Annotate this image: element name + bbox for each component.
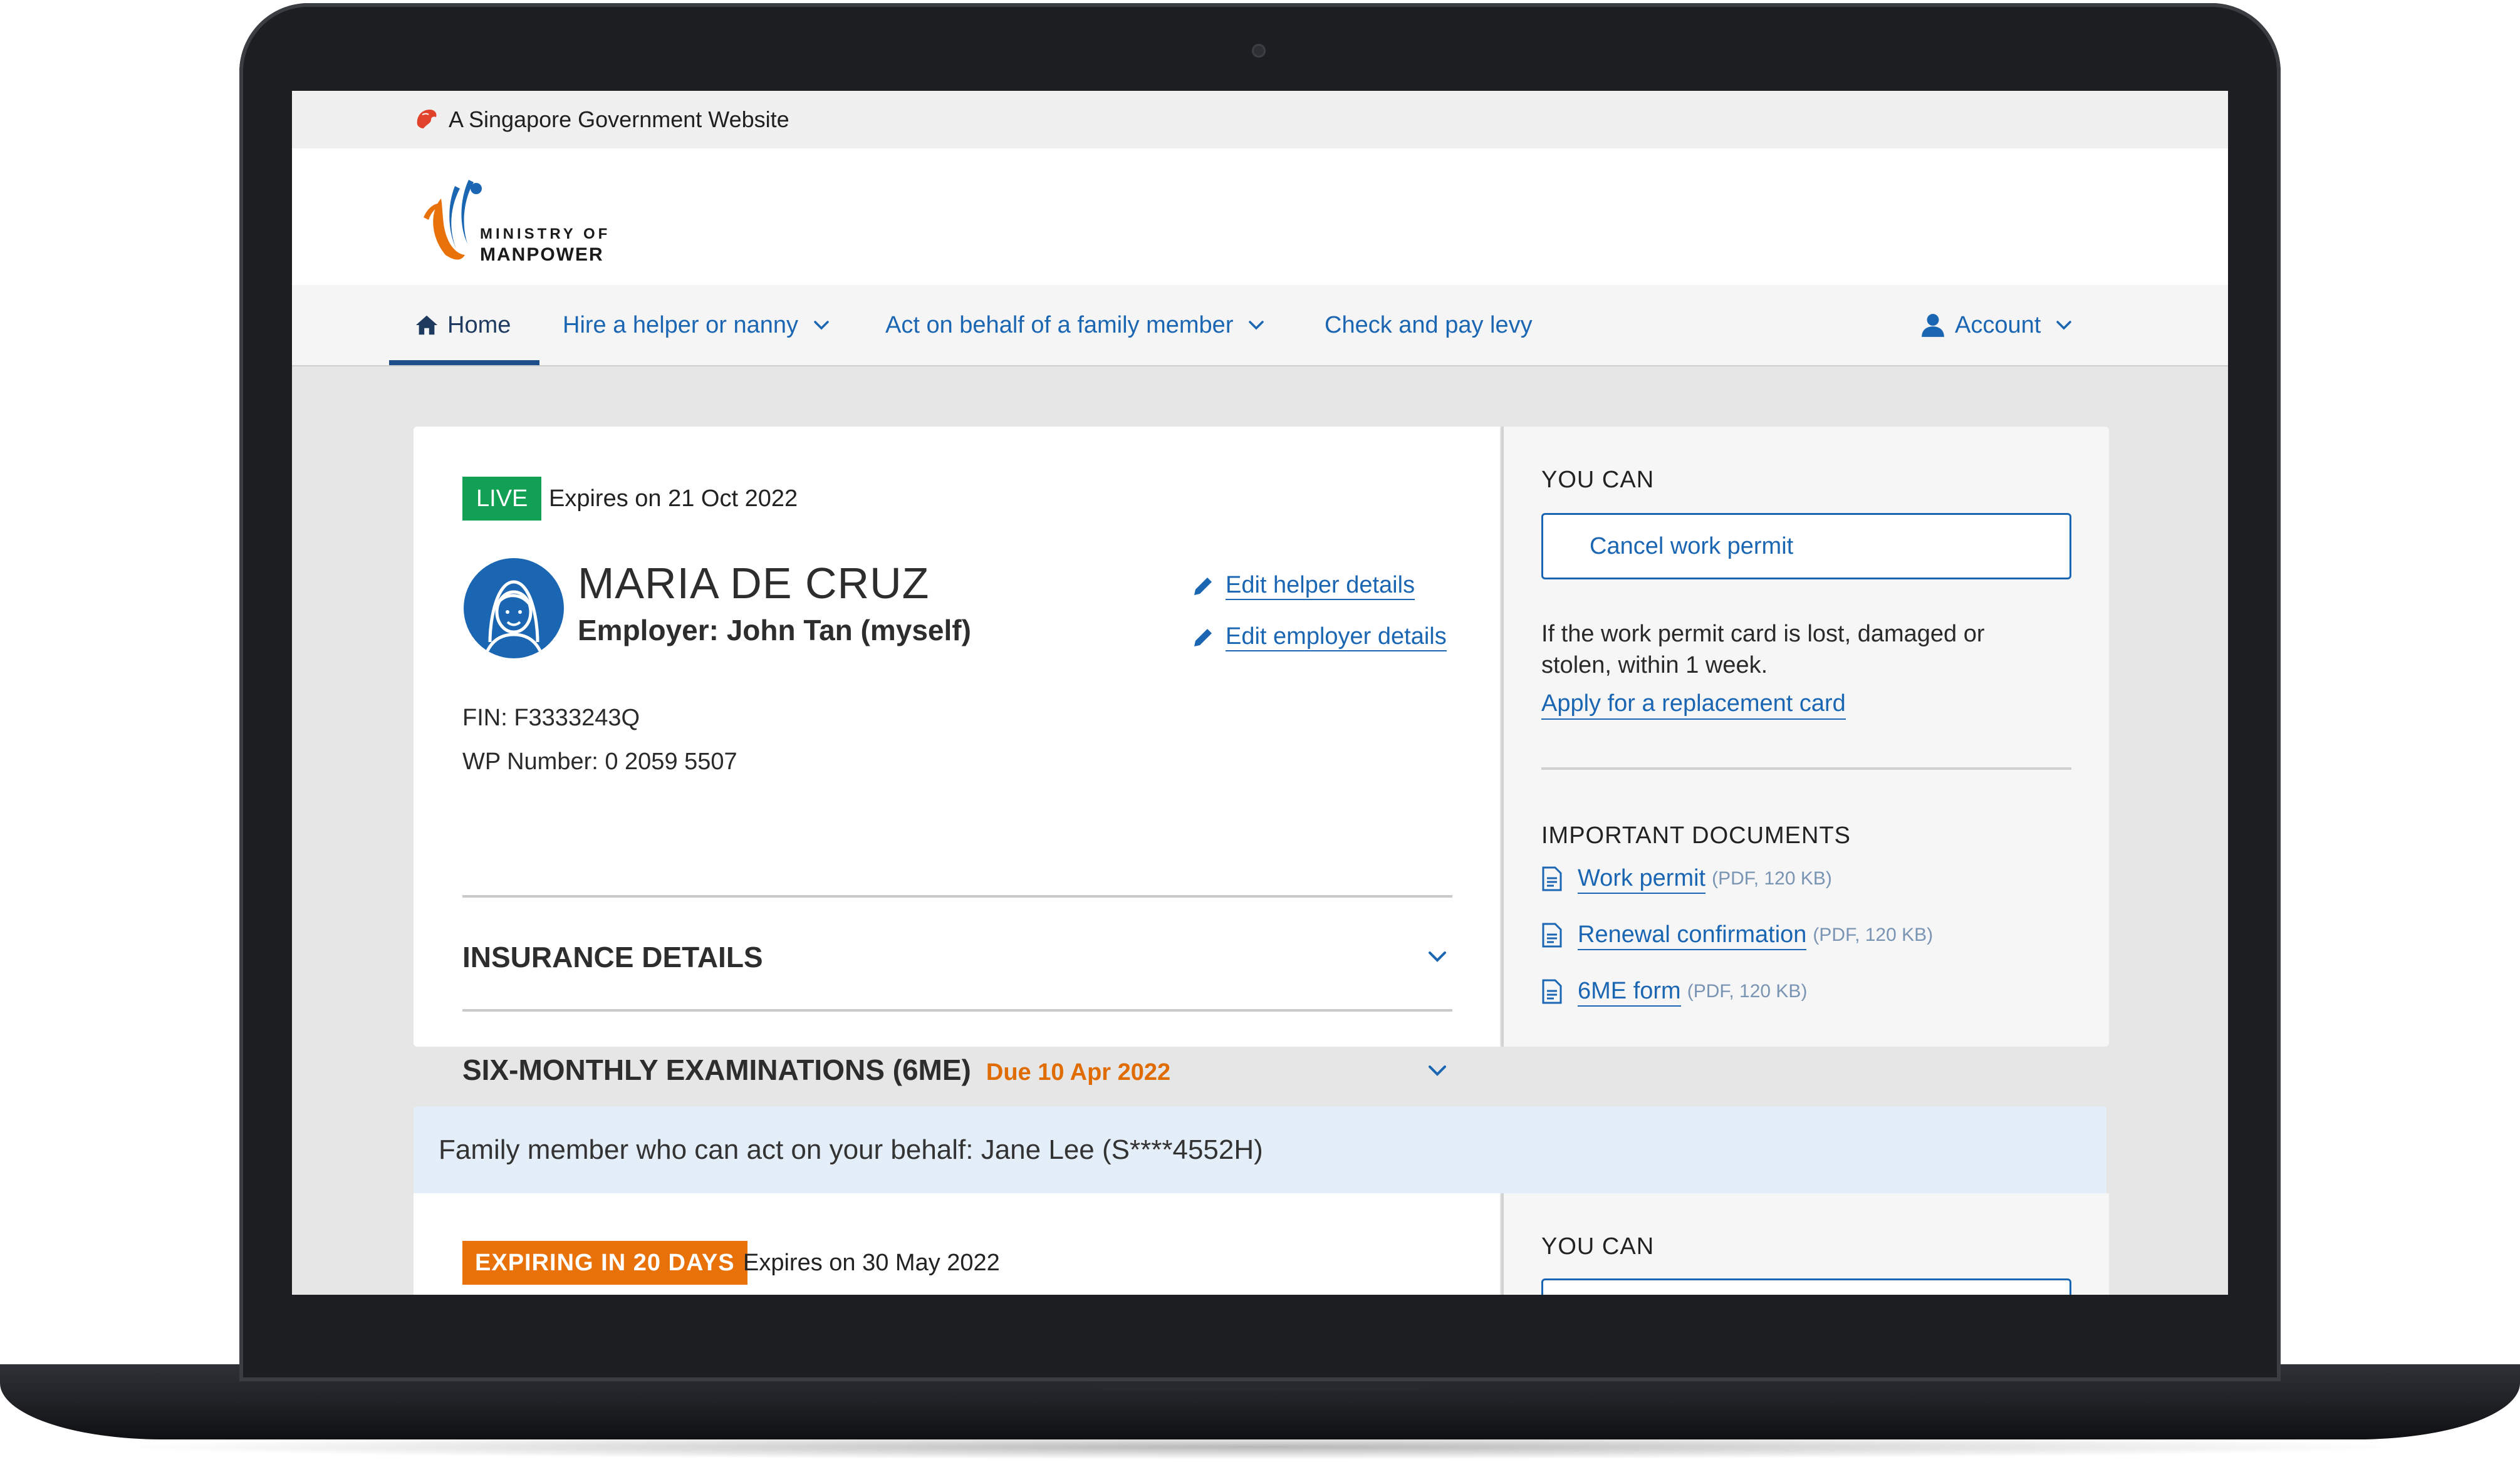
exam-due-date: Due 10 Apr 2022 xyxy=(986,1059,1171,1086)
divider xyxy=(462,895,1452,898)
permit-card: LIVE Expires on 21 Oct 2022 MARIA DE CRU… xyxy=(414,427,1500,1086)
doc-work-permit[interactable]: Work permit (PDF, 120 KB) xyxy=(1541,864,1832,894)
nav-home[interactable]: Home xyxy=(415,285,511,365)
fin-number: FIN: F3333243Q xyxy=(462,705,640,731)
chevron-down-icon[interactable] xyxy=(1425,944,1450,969)
camera-icon xyxy=(1252,44,1266,58)
insurance-title: INSURANCE DETAILS xyxy=(462,941,763,973)
pencil-icon xyxy=(1194,577,1212,595)
edit-helper-label: Edit helper details xyxy=(1226,572,1415,600)
nav-levy-label: Check and pay levy xyxy=(1325,311,1533,338)
nav-act-on-behalf[interactable]: Act on behalf of a family member xyxy=(885,285,1266,365)
lost-card-text: If the work permit card is lost, damaged… xyxy=(1541,621,1985,678)
nav-active-indicator xyxy=(389,360,539,365)
logo-text-manpower: MANPOWER xyxy=(480,244,604,265)
document-icon xyxy=(1542,923,1562,948)
doc-work-permit-meta: (PDF, 120 KB) xyxy=(1712,868,1832,889)
nav-hire-label: Hire a helper or nanny xyxy=(563,311,798,338)
doc-6me-form[interactable]: 6ME form (PDF, 120 KB) xyxy=(1541,977,1807,1007)
chevron-down-icon[interactable] xyxy=(1425,1058,1450,1083)
nav-hire-helper[interactable]: Hire a helper or nanny xyxy=(563,285,831,365)
nav-account-label: Account xyxy=(1955,311,2041,338)
doc-renewal-label: Renewal confirmation xyxy=(1578,920,1807,950)
action-button[interactable] xyxy=(1541,1278,2071,1295)
helper-avatar-icon xyxy=(464,558,564,658)
doc-work-permit-label: Work permit xyxy=(1578,864,1706,894)
lion-head-icon xyxy=(417,110,437,128)
doc-renewal-confirmation[interactable]: Renewal confirmation (PDF, 120 KB) xyxy=(1541,920,1933,950)
doc-6me-meta: (PDF, 120 KB) xyxy=(1687,981,1808,1002)
divider xyxy=(1541,767,2071,770)
cancel-work-permit-button[interactable]: Cancel work permit xyxy=(1541,513,2071,579)
permit-expiry: Expires on 30 May 2022 xyxy=(743,1250,1000,1276)
chevron-down-icon xyxy=(2056,321,2072,330)
actions-panel-2: YOU CAN xyxy=(1501,1193,2109,1295)
employer-name: Employer: John Tan (myself) xyxy=(578,614,971,646)
pencil-icon xyxy=(1194,628,1212,646)
helper-name: MARIA DE CRUZ xyxy=(578,559,930,608)
edit-helper-link[interactable]: Edit helper details xyxy=(1190,572,1415,600)
edit-employer-link[interactable]: Edit employer details xyxy=(1190,623,1447,651)
nav-check-pay-levy[interactable]: Check and pay levy xyxy=(1325,285,1533,365)
exam-title: SIX-MONTHLY EXAMINATIONS (6ME) xyxy=(462,1054,971,1086)
permit-card-2: EXPIRING IN 20 DAYS Expires on 30 May 20… xyxy=(414,1193,1500,1295)
status-badge: LIVE xyxy=(462,477,542,521)
divider xyxy=(462,1009,1452,1012)
doc-renewal-meta: (PDF, 120 KB) xyxy=(1813,925,1934,945)
main-nav: Home Hire a helper or nanny Act on behal… xyxy=(292,285,2228,366)
document-icon xyxy=(1542,866,1562,891)
insurance-details-toggle[interactable]: INSURANCE DETAILS xyxy=(462,940,763,974)
nav-home-label: Home xyxy=(447,311,511,338)
actions-panel: YOU CAN Cancel work permit If the work p… xyxy=(1501,427,2109,1047)
permit-expiry: Expires on 21 Oct 2022 xyxy=(549,485,798,512)
replacement-card-link[interactable]: Apply for a replacement card xyxy=(1541,688,1846,720)
logo-text-ministry: MINISTRY OF xyxy=(480,225,611,242)
chevron-down-icon xyxy=(814,321,829,330)
you-can-label: YOU CAN xyxy=(1541,467,1655,493)
home-icon xyxy=(415,315,438,335)
you-can-label: YOU CAN xyxy=(1541,1233,1655,1260)
family-member-banner: Family member who can act on your behalf… xyxy=(414,1107,2106,1193)
wp-number: WP Number: 0 2059 5507 xyxy=(462,749,737,775)
nav-act-label: Act on behalf of a family member xyxy=(885,311,1234,338)
edit-employer-label: Edit employer details xyxy=(1226,623,1447,651)
six-monthly-exam-toggle[interactable]: SIX-MONTHLY EXAMINATIONS (6ME) Due 10 Ap… xyxy=(462,1053,1170,1087)
document-icon xyxy=(1542,979,1562,1004)
gov-masthead: A Singapore Government Website xyxy=(292,91,2228,148)
chevron-down-icon xyxy=(1249,321,1264,330)
doc-6me-label: 6ME form xyxy=(1578,977,1681,1007)
status-badge: EXPIRING IN 20 DAYS xyxy=(462,1241,747,1285)
browser-screen: A Singapore Government Website MINISTRY … xyxy=(292,91,2228,1295)
important-docs-label: IMPORTANT DOCUMENTS xyxy=(1541,822,1851,849)
user-icon xyxy=(1922,314,1944,337)
gov-masthead-text: A Singapore Government Website xyxy=(449,106,789,132)
nav-account[interactable]: Account xyxy=(1920,285,2073,365)
